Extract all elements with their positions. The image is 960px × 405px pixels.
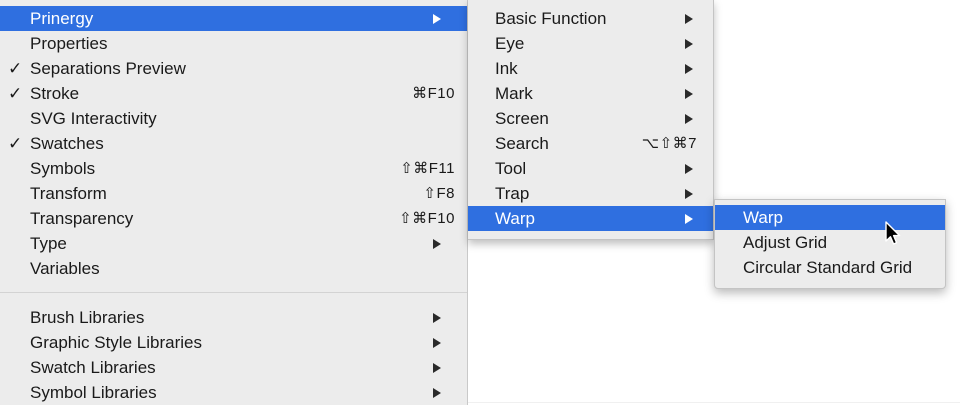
menu-item-symbol-libraries[interactable]: Symbol Libraries: [0, 380, 467, 405]
menu-item-label: Warp: [495, 209, 535, 228]
submenu-arrow-icon: [433, 239, 441, 249]
menu-item-label: Adjust Grid: [743, 233, 828, 252]
arrow-pointer-icon: [885, 221, 901, 245]
submenu-arrow-icon: [685, 214, 693, 224]
checkmark-icon: ✓: [8, 84, 23, 103]
submenu-arrow-icon: [433, 363, 441, 373]
submenu-item-eye[interactable]: Eye: [468, 31, 713, 56]
menu-item-label: Eye: [495, 34, 525, 53]
keyboard-shortcut: ⌘F10: [412, 85, 455, 102]
submenu-arrow-icon: [685, 164, 693, 174]
keyboard-shortcut: ⇧⌘F10: [399, 210, 455, 227]
menu-item-label: Basic Function: [495, 9, 607, 28]
menu-item-brush-libraries[interactable]: Brush Libraries: [0, 305, 467, 330]
menu-item-label: Screen: [495, 109, 549, 128]
menu-item-transform[interactable]: Transform ⇧F8: [0, 181, 467, 206]
keyboard-shortcut: ⇧F8: [423, 185, 455, 202]
menu-item-label: Separations Preview: [30, 59, 186, 78]
menu-item-label: Transparency: [30, 209, 134, 228]
warp-submenu: Warp Adjust Grid Circular Standard Grid: [714, 199, 946, 289]
menu-item-label: Prinergy: [30, 9, 94, 28]
menu-item-graphic-style-libraries[interactable]: Graphic Style Libraries: [0, 330, 467, 355]
menu-item-label: Mark: [495, 84, 533, 103]
menu-item-label: Ink: [495, 59, 518, 78]
menu-item-label: Trap: [495, 184, 530, 203]
submenu-item-basic-function[interactable]: Basic Function: [468, 6, 713, 31]
screen: Prinergy Properties ✓ Separations Previe…: [0, 0, 960, 405]
submenu-item-warp[interactable]: Warp: [468, 206, 713, 231]
keyboard-shortcut: ⌥⇧⌘7: [641, 135, 697, 152]
menu-item-label: Properties: [30, 34, 108, 53]
checkmark-icon: ✓: [8, 59, 23, 78]
checkmark-icon: ✓: [8, 134, 23, 153]
submenu-arrow-icon: [685, 14, 693, 24]
submenu-item-trap[interactable]: Trap: [468, 181, 713, 206]
menu-item-label: Search: [495, 134, 549, 153]
menu-item-label: Graphic Style Libraries: [30, 333, 202, 352]
submenu-item-tool[interactable]: Tool: [468, 156, 713, 181]
window-menu: Prinergy Properties ✓ Separations Previe…: [0, 0, 468, 405]
submenu-arrow-icon: [433, 338, 441, 348]
menu-item-label: Type: [30, 234, 67, 253]
warp-item-adjust-grid[interactable]: Adjust Grid: [715, 230, 945, 255]
submenu-arrow-icon: [433, 388, 441, 398]
submenu-item-search[interactable]: Search ⌥⇧⌘7: [468, 131, 713, 156]
menu-item-prinergy[interactable]: Prinergy: [0, 6, 467, 31]
menu-item-label: Variables: [30, 259, 100, 278]
submenu-arrow-icon: [685, 39, 693, 49]
menu-item-symbols[interactable]: Symbols ⇧⌘F11: [0, 156, 467, 181]
menu-item-label: Circular Standard Grid: [743, 258, 913, 277]
menu-item-label: Brush Libraries: [30, 308, 145, 327]
submenu-arrow-icon: [433, 313, 441, 323]
menu-item-label: Symbols: [30, 159, 96, 178]
submenu-arrow-icon: [433, 14, 441, 24]
menu-item-label: Stroke: [30, 84, 80, 103]
submenu-arrow-icon: [685, 114, 693, 124]
menu-item-svg-interactivity[interactable]: SVG Interactivity: [0, 106, 467, 131]
menu-item-variables[interactable]: Variables: [0, 256, 467, 281]
submenu-arrow-icon: [685, 64, 693, 74]
submenu-arrow-icon: [685, 189, 693, 199]
submenu-item-ink[interactable]: Ink: [468, 56, 713, 81]
menu-item-label: SVG Interactivity: [30, 109, 157, 128]
submenu-arrow-icon: [685, 89, 693, 99]
menu-item-label: Warp: [743, 208, 783, 227]
menu-item-stroke[interactable]: ✓ Stroke ⌘F10: [0, 81, 467, 106]
prinergy-submenu: Basic Function Eye Ink Mark Screen Searc…: [468, 0, 714, 240]
submenu-item-mark[interactable]: Mark: [468, 81, 713, 106]
menu-item-type[interactable]: Type: [0, 231, 467, 256]
warp-item-warp[interactable]: Warp: [715, 205, 945, 230]
menu-item-properties[interactable]: Properties: [0, 31, 467, 56]
menu-separator: [0, 292, 467, 293]
menu-item-swatches[interactable]: ✓ Swatches: [0, 131, 467, 156]
menu-item-label: Swatches: [30, 134, 104, 153]
menu-item-transparency[interactable]: Transparency ⇧⌘F10: [0, 206, 467, 231]
menu-item-swatch-libraries[interactable]: Swatch Libraries: [0, 355, 467, 380]
menu-item-label: Transform: [30, 184, 107, 203]
menu-item-label: Symbol Libraries: [30, 383, 157, 402]
keyboard-shortcut: ⇧⌘F11: [400, 160, 455, 177]
divider: [468, 402, 960, 403]
menu-item-label: Swatch Libraries: [30, 358, 156, 377]
warp-item-circular-standard-grid[interactable]: Circular Standard Grid: [715, 255, 945, 280]
submenu-item-screen[interactable]: Screen: [468, 106, 713, 131]
menu-item-separations-preview[interactable]: ✓ Separations Preview: [0, 56, 467, 81]
menu-item-label: Tool: [495, 159, 527, 178]
